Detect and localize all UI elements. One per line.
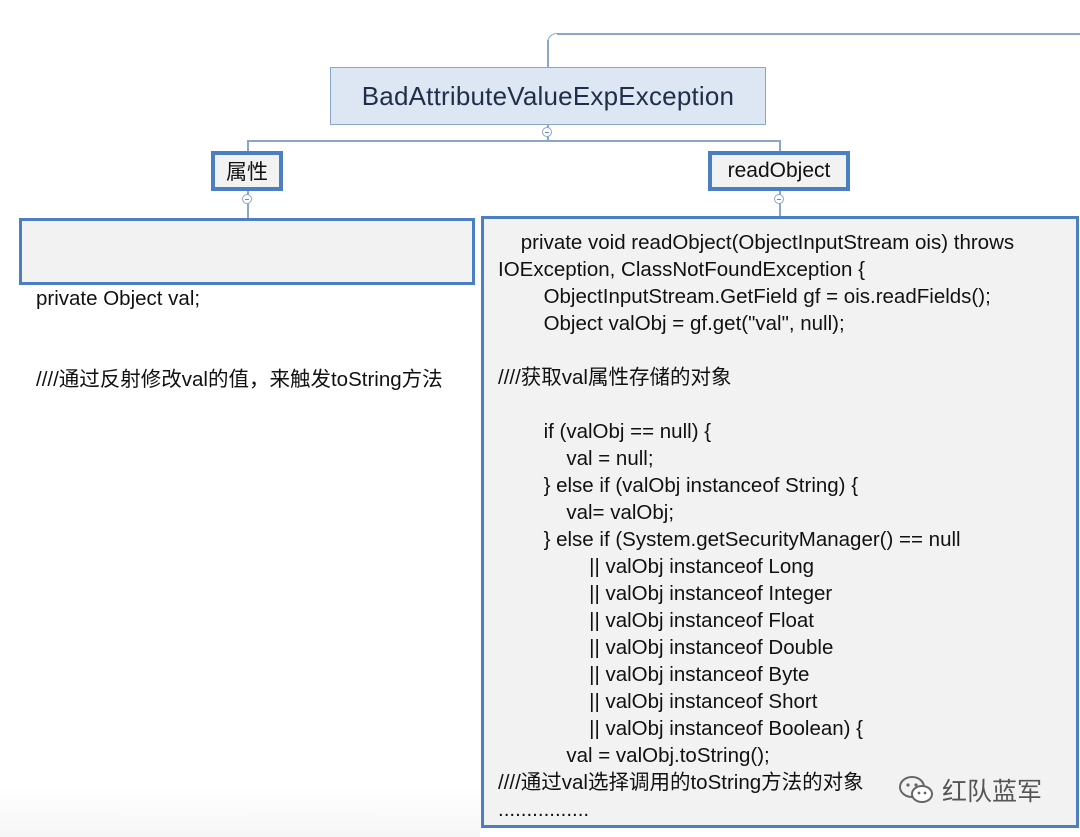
- code-line: || valObj instanceof Byte: [498, 663, 810, 686]
- code-line: } else if (valObj instanceof String) {: [498, 474, 859, 497]
- branch-node-readobject[interactable]: readObject: [708, 151, 850, 191]
- code-line: if (valObj == null) {: [498, 420, 712, 443]
- code-line: Object valObj = gf.get("val", null);: [498, 312, 845, 335]
- code-line: val= valObj;: [498, 501, 675, 524]
- top-connector-horizontal: [557, 33, 1080, 35]
- code-line: || valObj instanceof Double: [498, 636, 834, 659]
- branch-drop-left: [247, 140, 249, 151]
- top-connector-curve: [547, 33, 559, 45]
- code-line: || valObj instanceof Integer: [498, 582, 833, 605]
- branch-node-readobject-label: readObject: [727, 159, 831, 182]
- attributes-detail-node[interactable]: private Object val; ////通过反射修改val的值，来触发t…: [19, 218, 475, 391]
- code-line: || valObj instanceof Long: [498, 555, 815, 578]
- root-node[interactable]: BadAttributeValueExpException: [330, 67, 766, 125]
- code-line: val = null;: [498, 447, 654, 470]
- root-node-title: BadAttributeValueExpException: [361, 80, 735, 111]
- code-line: || valObj instanceof Float: [498, 609, 814, 632]
- branch-bar: [247, 140, 780, 142]
- code-line: private void readObject(ObjectInputStrea…: [498, 231, 1015, 254]
- code-line: || valObj instanceof Boolean) {: [498, 717, 864, 740]
- watermark-text: 红队蓝军: [942, 777, 1043, 806]
- code-line: private Object val;: [36, 287, 201, 310]
- code-line: IOException, ClassNotFoundException {: [498, 258, 865, 281]
- watermark: 红队蓝军: [898, 772, 1042, 808]
- wechat-icon: [899, 776, 933, 803]
- branch-drop-right: [779, 140, 781, 151]
- branch-node-attributes-label: 属性: [226, 161, 268, 184]
- code-line: || valObj instanceof Short: [498, 690, 818, 713]
- attributes-collapse-toggle[interactable]: [242, 194, 252, 204]
- readobject-detail-node[interactable]: private void readObject(ObjectInputStrea…: [481, 216, 1079, 828]
- code-comment-line: ////获取val属性存储的对象: [498, 366, 732, 389]
- code-line: val = valObj.toString();: [498, 744, 770, 767]
- code-comment-line: ////通过反射修改val的值，来触发toString方法: [36, 368, 443, 391]
- branch-node-attributes[interactable]: 属性: [211, 151, 283, 191]
- code-line: ObjectInputStream.GetField gf = ois.read…: [498, 285, 991, 308]
- bottom-fade: [0, 786, 480, 837]
- code-line: } else if (System.getSecurityManager() =…: [498, 528, 961, 551]
- readobject-collapse-toggle[interactable]: [774, 194, 784, 204]
- root-collapse-toggle[interactable]: [542, 127, 552, 137]
